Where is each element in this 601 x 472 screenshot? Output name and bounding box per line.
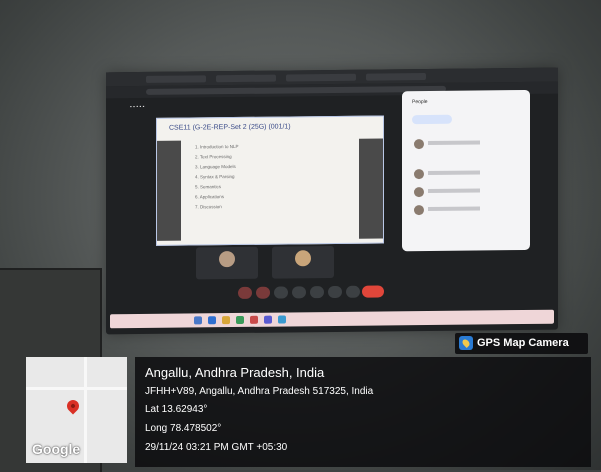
slide-line: 4. Syntax & Parsing [195, 174, 235, 180]
present-button [310, 286, 324, 299]
meet-label: ▪ ▪ ▪ ▪ ▪ [130, 103, 145, 111]
reactions-button [292, 286, 306, 299]
slide-line: 6. Applications [195, 194, 225, 200]
participant-row [414, 204, 518, 217]
slide-line: 5. Semantics [195, 184, 222, 190]
slide-dark-band [359, 138, 383, 239]
people-panel-title: People [412, 98, 428, 106]
mic-button [238, 286, 252, 299]
people-panel: People [402, 89, 530, 252]
slide-line: 2. Text Processing [195, 154, 232, 160]
taskbar-icon [194, 316, 202, 325]
participant-name [428, 140, 480, 145]
shared-slide: CSE11 (G-2E-REP-Set 2 (25G) (001/1) 1. I… [156, 115, 384, 246]
url-field [146, 85, 446, 95]
browser-tab [146, 75, 206, 83]
gps-map-camera-icon [459, 336, 473, 350]
location-address: JFHH+V89, Angallu, Andhra Pradesh 517325… [145, 386, 374, 397]
slide-line: 3. Language Models [195, 164, 236, 170]
projected-screen: ▪ ▪ ▪ ▪ ▪ CSE11 (G-2E-REP-Set 2 (25G) (0… [106, 67, 558, 335]
end-call-button [362, 285, 384, 298]
avatar [414, 187, 424, 198]
slide-title: CSE11 (G-2E-REP-Set 2 (25G) (001/1) [169, 123, 291, 132]
google-logo: Google [32, 441, 81, 457]
windows-taskbar [110, 309, 554, 329]
raise-hand-button [328, 285, 342, 299]
location-pin-icon [64, 397, 82, 415]
participant-row [414, 186, 518, 199]
participant-name [428, 188, 480, 193]
gps-map-camera-badge: GPS Map Camera [455, 333, 588, 354]
participant-tile [272, 245, 334, 279]
latitude: Lat 13.62943° [145, 404, 208, 415]
taskbar-icon [236, 315, 244, 325]
slide-line: 1. Introduction to NLP [195, 143, 239, 150]
gps-badge-label: GPS Map Camera [477, 337, 569, 349]
more-button [346, 285, 360, 298]
camera-button [256, 286, 270, 299]
slide-dark-band [157, 140, 181, 241]
browser-tab [286, 73, 356, 82]
participant-tile [196, 246, 258, 280]
slide-line: 7. Discussion [195, 204, 222, 210]
participant-row [414, 138, 518, 151]
taskbar-icon [250, 315, 258, 324]
add-people-button [412, 114, 452, 125]
map-road [26, 387, 127, 390]
avatar [219, 251, 235, 268]
taskbar-icon [208, 316, 216, 325]
browser-tab [216, 74, 276, 83]
map-thumbnail: Google [26, 357, 127, 463]
browser-tab [366, 73, 426, 81]
map-road [84, 357, 87, 463]
participant-name [428, 170, 480, 175]
participant-name [428, 206, 480, 211]
avatar [414, 169, 424, 180]
captions-button [274, 286, 288, 299]
avatar [295, 250, 311, 267]
meet-controls [106, 280, 558, 307]
taskbar-icon [222, 316, 230, 325]
participant-tiles [196, 245, 346, 280]
datetime: 29/11/24 03:21 PM GMT +05:30 [145, 442, 288, 453]
avatar [414, 139, 424, 150]
avatar [414, 205, 424, 216]
longitude: Long 78.478502° [145, 423, 222, 434]
taskbar-icon [264, 315, 272, 324]
location-title: Angallu, Andhra Pradesh, India [145, 365, 325, 380]
participant-row [414, 168, 518, 181]
taskbar-icon [278, 315, 286, 324]
